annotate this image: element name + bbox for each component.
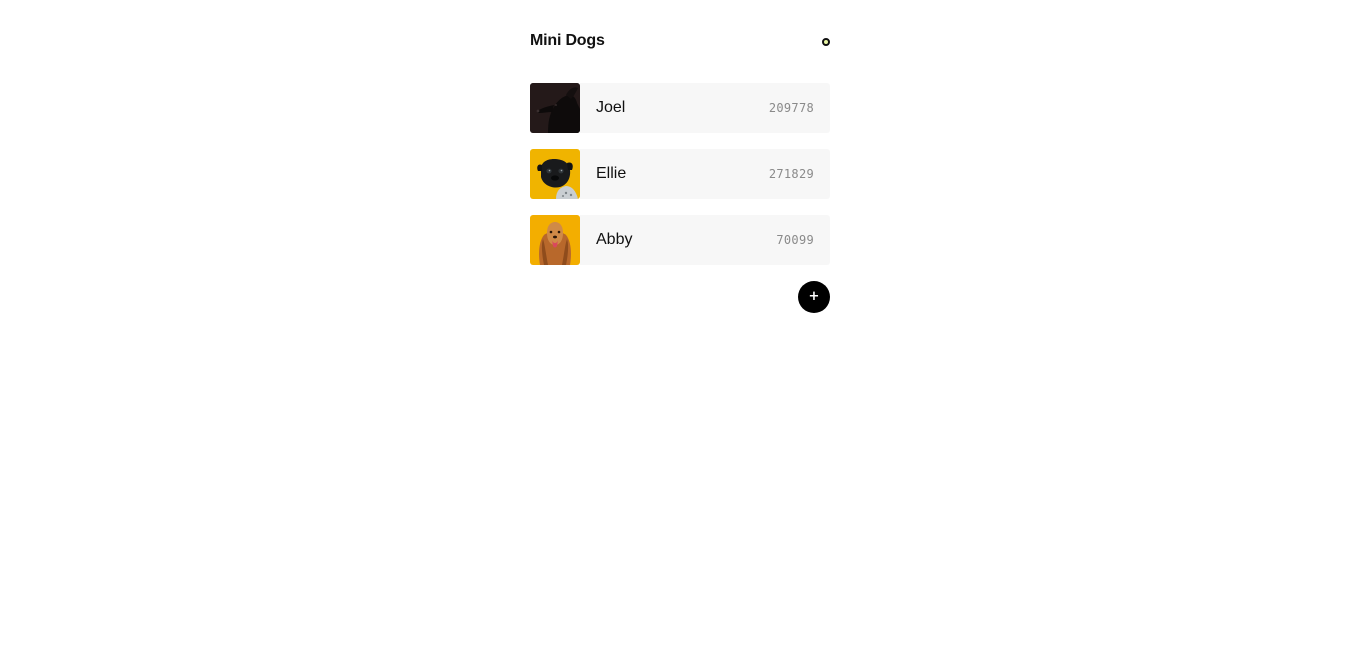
page-title: Mini Dogs (530, 32, 605, 49)
dog-card: Abby 70099 (580, 215, 830, 265)
add-dog-button[interactable]: + (798, 281, 830, 313)
status-ring-icon (822, 38, 830, 46)
dog-card: Joel 209778 (580, 83, 830, 133)
list-item[interactable]: Joel 209778 (530, 83, 830, 133)
app-container: Mini Dogs Joel 209778 Ellie 271829 Abby … (530, 0, 830, 313)
spaniel-photo (530, 215, 580, 265)
dog-name: Joel (596, 99, 626, 116)
dog-card: Ellie 271829 (580, 149, 830, 199)
dog-count: 70099 (776, 233, 814, 247)
dog-name: Ellie (596, 165, 627, 182)
dog-avatar (530, 215, 580, 265)
list-item[interactable]: Abby 70099 (530, 215, 830, 265)
black-dog-photo (530, 83, 580, 133)
dog-name: Abby (596, 231, 633, 248)
dog-list: Joel 209778 Ellie 271829 Abby 70099 (530, 83, 830, 281)
list-item[interactable]: Ellie 271829 (530, 149, 830, 199)
dog-count: 271829 (768, 167, 814, 181)
dog-count: 209778 (768, 101, 814, 115)
add-button-row: + (530, 281, 830, 313)
dog-avatar (530, 83, 580, 133)
dog-avatar (530, 149, 580, 199)
pug-photo (530, 149, 580, 199)
header: Mini Dogs (530, 0, 830, 83)
